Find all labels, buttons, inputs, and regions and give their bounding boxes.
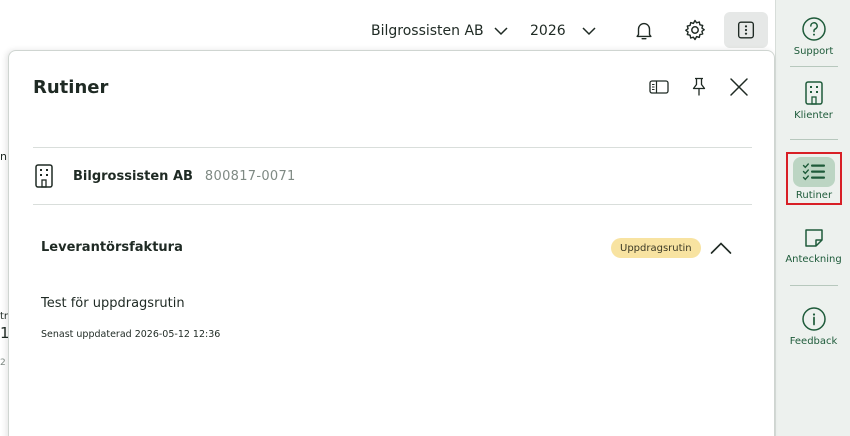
badge-label: Uppdragsrutin bbox=[620, 242, 692, 254]
right-rail: Support Klienter Rutiner Anteckning Feed… bbox=[775, 0, 850, 436]
sidebar-layout-icon bbox=[649, 80, 669, 94]
chevron-down-icon bbox=[582, 26, 596, 36]
divider bbox=[33, 204, 752, 205]
pin-icon bbox=[692, 77, 706, 96]
client-org-number: 800817-0071 bbox=[204, 168, 296, 184]
more-menu-button[interactable] bbox=[724, 12, 768, 48]
company-selector[interactable]: Bilgrossisten AB bbox=[371, 20, 508, 42]
rail-item-label: Rutiner bbox=[795, 190, 833, 201]
routine-type-badge: Uppdragsrutin bbox=[611, 238, 701, 258]
year-selector[interactable]: 2026 bbox=[530, 20, 596, 42]
rail-item-feedback[interactable]: Feedback bbox=[776, 306, 850, 347]
chevron-up-icon bbox=[710, 242, 732, 254]
rail-item-label: Support bbox=[793, 46, 834, 57]
chevron-down-icon bbox=[494, 26, 508, 36]
close-icon bbox=[730, 78, 748, 96]
rail-item-klienter[interactable]: Klienter bbox=[776, 80, 850, 121]
building-icon bbox=[35, 164, 53, 188]
routine-updated-timestamp: Senast uppdaterad 2026-05-12 12:36 bbox=[41, 329, 221, 340]
more-vertical-icon bbox=[737, 21, 755, 39]
rutiner-panel: Rutiner Bilgrossisten AB 800817-0071 Lev… bbox=[8, 50, 775, 436]
collapse-routine-button[interactable] bbox=[709, 237, 733, 259]
rail-item-label: Anteckning bbox=[785, 254, 842, 265]
client-info: Bilgrossisten AB 800817-0071 bbox=[33, 163, 296, 189]
question-circle-icon bbox=[801, 17, 826, 41]
building-icon bbox=[804, 81, 823, 105]
checklist-icon bbox=[802, 163, 825, 181]
rail-item-anteckning[interactable]: Anteckning bbox=[776, 226, 850, 265]
info-circle-icon bbox=[801, 307, 826, 331]
company-selector-label: Bilgrossisten AB bbox=[371, 23, 484, 39]
year-selector-label: 2026 bbox=[530, 23, 566, 39]
gear-icon bbox=[685, 19, 705, 41]
rail-item-label: Feedback bbox=[789, 336, 838, 347]
background-fragment: tr bbox=[0, 311, 9, 322]
rail-divider bbox=[790, 139, 838, 140]
rail-divider bbox=[790, 66, 838, 67]
panel-title: Rutiner bbox=[33, 77, 109, 98]
active-indicator bbox=[793, 157, 835, 187]
client-name: Bilgrossisten AB bbox=[73, 168, 193, 184]
settings-button[interactable] bbox=[673, 12, 717, 48]
divider bbox=[33, 147, 752, 148]
pin-button[interactable] bbox=[687, 75, 711, 99]
rail-item-support[interactable]: Support bbox=[776, 16, 850, 57]
rail-divider bbox=[790, 285, 838, 286]
rail-item-rutiner[interactable]: Rutiner bbox=[786, 152, 842, 205]
bell-icon bbox=[636, 22, 652, 40]
note-icon bbox=[804, 229, 823, 247]
background-fragment: n bbox=[0, 150, 7, 163]
rail-item-label: Klienter bbox=[794, 110, 833, 121]
background-fragment: 2 bbox=[0, 358, 6, 368]
routine-title[interactable]: Leverantörsfaktura bbox=[41, 240, 183, 255]
close-button[interactable] bbox=[727, 75, 751, 99]
dock-panel-button[interactable] bbox=[647, 75, 671, 99]
routine-description: Test för uppdragsrutin bbox=[41, 296, 185, 311]
notifications-button[interactable] bbox=[622, 12, 666, 48]
